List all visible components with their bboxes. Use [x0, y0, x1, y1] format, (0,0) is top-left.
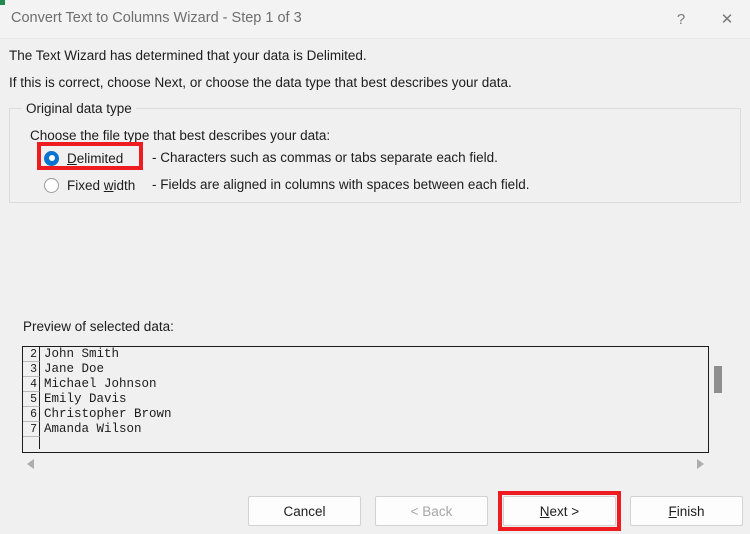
back-button-label: < Back [410, 503, 453, 519]
next-button-label-suffix: ext > [549, 503, 580, 519]
close-button[interactable]: ✕ [704, 0, 750, 38]
preview-gutter-tail [23, 437, 40, 449]
radio-fixed-width-accel: w [103, 177, 114, 193]
preview-row-text: Michael Johnson [44, 377, 157, 391]
preview-row: 2 John Smith [23, 347, 172, 362]
finish-button-accel: F [668, 503, 677, 519]
preview-row: 6 Christopher Brown [23, 407, 172, 422]
preview-horizontal-scrollbar[interactable] [22, 455, 709, 473]
finish-button-label-suffix: inish [676, 503, 705, 519]
radio-fixed-width-indicator [44, 177, 59, 193]
choose-file-type-label: Choose the file type that best describes… [30, 128, 331, 143]
preview-row-number: 4 [23, 377, 40, 392]
group-legend: Original data type [22, 101, 136, 116]
question-mark-icon: ? [676, 10, 686, 28]
preview-vertical-scrollbar-thumb[interactable] [714, 366, 722, 393]
radio-fixed-width-label-suffix: idth [113, 177, 136, 193]
next-button-accel: N [539, 503, 550, 519]
radio-fixed-width[interactable]: Fixed width [44, 174, 135, 196]
radio-fixed-width-label-prefix: Fixed [67, 177, 104, 193]
preview-pane[interactable]: 2 John Smith 3 Jane Doe 4 Michael Johnson 5 Emi… [22, 346, 709, 453]
radio-delimited-indicator [44, 150, 59, 166]
preview-label: Preview of selected data: [23, 319, 174, 334]
intro-line-1: The Text Wizard has determined that your… [9, 48, 367, 63]
preview-row-text: Christopher Brown [44, 407, 172, 421]
back-button: < Back [375, 496, 488, 526]
radio-delimited-label-suffix: elimited [76, 150, 124, 166]
radio-fixed-width-label: Fixed width [67, 178, 135, 193]
corner-artifact [0, 0, 5, 5]
dialog-title: Convert Text to Columns Wizard - Step 1 … [11, 10, 302, 26]
next-button[interactable]: Next > [503, 496, 616, 526]
finish-button-label: Finish [668, 504, 704, 519]
preview-row-text: Amanda Wilson [44, 422, 142, 436]
preview-rows: 2 John Smith 3 Jane Doe 4 Michael Johnson 5 Emi… [23, 347, 172, 449]
text-to-columns-wizard-dialog: Convert Text to Columns Wizard - Step 1 … [0, 0, 750, 534]
fixed-width-description: - Fields are aligned in columns with spa… [152, 177, 530, 192]
cancel-button[interactable]: Cancel [248, 496, 361, 526]
preview-row: 7 Amanda Wilson [23, 422, 172, 437]
preview-row: 5 Emily Davis [23, 392, 172, 407]
help-button[interactable]: ? [658, 0, 704, 38]
preview-row-number: 3 [23, 362, 40, 377]
intro-line-2: If this is correct, choose Next, or choo… [9, 75, 512, 90]
preview-row-text: John Smith [44, 347, 120, 361]
radio-delimited[interactable]: Delimited [44, 147, 123, 169]
finish-button[interactable]: Finish [630, 496, 743, 526]
preview-row: 4 Michael Johnson [23, 377, 172, 392]
cancel-button-label: Cancel [283, 503, 326, 519]
preview-row-text: Emily Davis [44, 392, 127, 406]
dialog-titlebar: Convert Text to Columns Wizard - Step 1 … [0, 0, 750, 39]
preview-row-number: 7 [23, 422, 40, 437]
scroll-right-arrow-icon[interactable] [697, 459, 704, 469]
next-button-label: Next > [540, 504, 579, 519]
radio-delimited-label: Delimited [67, 151, 123, 166]
preview-row-number: 2 [23, 347, 40, 362]
preview-row: 3 Jane Doe [23, 362, 172, 377]
preview-row-number: 6 [23, 407, 40, 422]
radio-delimited-accel: D [67, 150, 77, 166]
preview-row-text: Jane Doe [44, 362, 105, 376]
preview-row-number: 5 [23, 392, 40, 407]
delimited-description: - Characters such as commas or tabs sepa… [152, 150, 498, 165]
scroll-left-arrow-icon[interactable] [27, 459, 34, 469]
close-icon: ✕ [720, 11, 734, 28]
